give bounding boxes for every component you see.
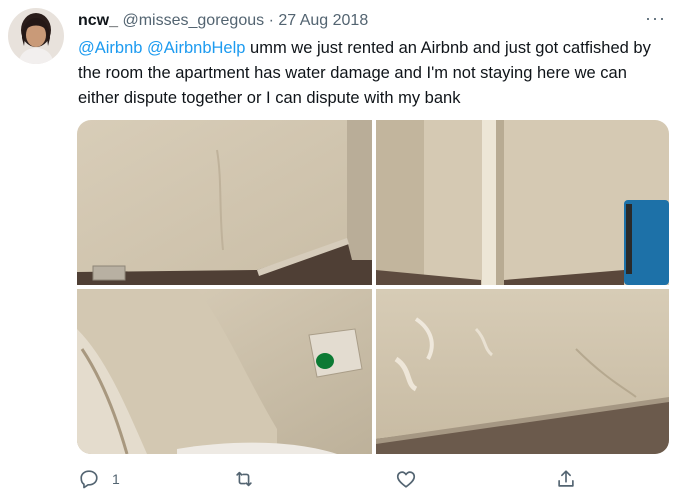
photo-damaged-wall[interactable] — [77, 289, 372, 454]
separator: · — [268, 12, 274, 29]
reply-button[interactable]: 1 — [78, 468, 120, 490]
mention-airbnb[interactable]: @Airbnb — [78, 39, 142, 57]
reply-count: 1 — [112, 471, 120, 487]
photo-4-image — [376, 289, 669, 454]
share-button[interactable] — [555, 468, 577, 490]
more-options-icon[interactable]: ··· — [645, 8, 666, 29]
like-icon — [396, 471, 416, 488]
photo-peeling-wall[interactable] — [376, 289, 669, 454]
photo-1-image — [77, 120, 372, 285]
share-icon — [558, 470, 574, 487]
photo-doorframe[interactable] — [376, 120, 669, 285]
display-name[interactable]: ncw_ — [78, 12, 118, 29]
avatar[interactable] — [8, 8, 64, 64]
tweet-text: @Airbnb @AirbnbHelp umm we just rented a… — [78, 36, 668, 111]
action-bar: 1 — [0, 468, 680, 496]
tweet-header: ncw_ @misses_goregous · 27 Aug 2018 — [78, 11, 368, 31]
reply-icon — [80, 470, 98, 489]
tweet-date[interactable]: 27 Aug 2018 — [278, 12, 368, 29]
avatar-image — [8, 8, 64, 64]
photo-2-image — [376, 120, 669, 285]
retweet-button[interactable] — [233, 468, 267, 490]
retweet-icon — [236, 471, 252, 487]
photo-wall-corner[interactable] — [77, 120, 372, 285]
handle[interactable]: @misses_goregous — [122, 12, 264, 29]
like-button[interactable] — [395, 468, 429, 490]
photo-3-image — [77, 289, 372, 454]
mention-airbnbhelp[interactable]: @AirbnbHelp — [147, 39, 245, 57]
photo-grid — [77, 120, 669, 454]
